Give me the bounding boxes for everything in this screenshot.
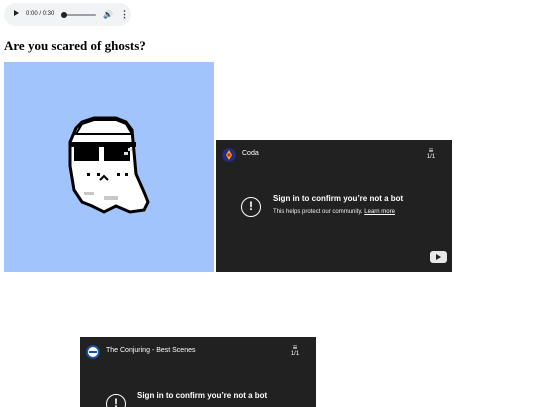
audio-progress-thumb[interactable]	[61, 12, 67, 18]
bot-check-text: This helps protect our community.	[273, 209, 363, 215]
page-heading: Are you scared of ghosts?	[4, 38, 146, 53]
playlist-count: 1/1	[426, 154, 436, 160]
video-embed-coda[interactable]: Coda ≡ 1/1 ! Sign in to confirm you’re n…	[216, 140, 452, 272]
audio-progress-slider[interactable]	[61, 12, 96, 18]
youtube-logo-icon[interactable]	[430, 251, 447, 263]
ghost-illustration	[68, 116, 150, 214]
bot-check-title: Sign in to confirm you’re not a bot	[273, 194, 404, 203]
audio-player[interactable]: 0:00 / 0:30 🔊 ⋮	[4, 3, 131, 26]
bot-check-title: Sign in to confirm you’re not a bot	[137, 391, 268, 400]
alert-icon: !	[241, 197, 261, 217]
alert-icon: !	[106, 394, 126, 407]
bot-check-subtitle: This helps protect our community. Learn …	[273, 209, 395, 215]
volume-icon[interactable]: 🔊	[103, 10, 113, 19]
more-vert-icon[interactable]: ⋮	[120, 9, 129, 19]
audio-time: 0:00 / 0:30	[26, 11, 55, 17]
playlist-button[interactable]: ≡ 1/1	[426, 147, 436, 161]
ghost-image	[4, 62, 214, 272]
video-embed-conjuring[interactable]: The Conjuring - Best Scenes ≡ 1/1 ! Sign…	[80, 337, 316, 407]
channel-name[interactable]: The Conjuring - Best Scenes	[106, 347, 196, 354]
playlist-icon: ≡	[428, 146, 434, 155]
playlist-count: 1/1	[290, 351, 300, 357]
play-icon[interactable]	[14, 10, 19, 16]
channel-name[interactable]: Coda	[242, 150, 259, 157]
channel-avatar[interactable]	[222, 148, 236, 162]
learn-more-link[interactable]: Learn more	[364, 209, 395, 215]
playlist-icon: ≡	[292, 343, 298, 352]
channel-avatar[interactable]	[86, 345, 100, 359]
playlist-button[interactable]: ≡ 1/1	[290, 344, 300, 358]
